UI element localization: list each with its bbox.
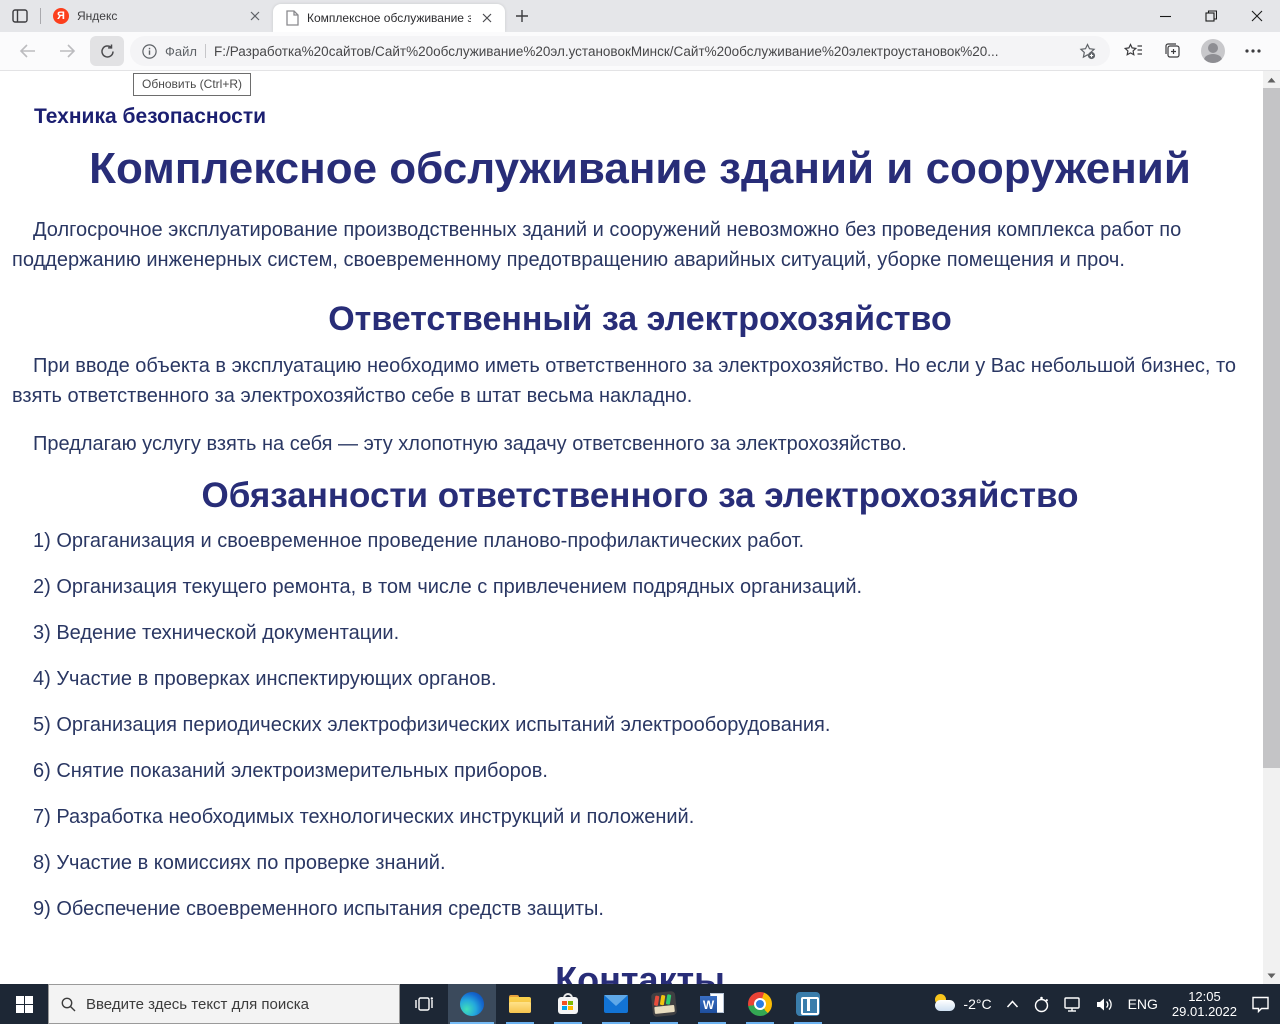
taskbar-app-file-explorer[interactable]	[496, 984, 544, 1024]
close-window-button[interactable]	[1234, 0, 1280, 32]
taskbar-app-edge[interactable]	[448, 984, 496, 1024]
start-button[interactable]	[0, 984, 48, 1024]
list-item: 7) Разработка необходимых технологически…	[33, 806, 695, 828]
browser-toolbar: Файл F:/Разработка%20сайтов/Сайт%20обслу…	[0, 32, 1280, 71]
tab-active-page[interactable]: Комплексное обслуживание зд	[273, 4, 505, 32]
chrome-icon	[748, 992, 772, 1016]
tab-yandex[interactable]: Я Яндекс	[41, 0, 273, 32]
graphics-app-icon	[650, 990, 678, 1018]
add-favorite-icon[interactable]	[1074, 38, 1100, 64]
taskbar-app-word[interactable]: W	[688, 984, 736, 1024]
volume-icon[interactable]	[1096, 997, 1114, 1012]
tab-actions-button[interactable]	[0, 0, 40, 32]
tab-title: Яндекс	[77, 9, 118, 23]
page-content: Техника безопасности Комплексное обслужи…	[0, 71, 1280, 984]
tab-close-icon[interactable]	[247, 8, 263, 24]
time-label: 12:05	[1188, 989, 1221, 1004]
weather-cloud-icon	[933, 994, 957, 1014]
action-center-icon[interactable]	[1251, 996, 1270, 1013]
page-title: Комплексное обслуживание зданий и сооруж…	[89, 144, 1191, 193]
nav-link-safety[interactable]: Техника безопасности	[34, 105, 266, 129]
tab-strip: Я Яндекс Комплексное обслуживание зд	[0, 0, 1280, 32]
back-button[interactable]	[10, 36, 44, 66]
section-title-contacts: Контакты	[555, 959, 725, 984]
date-label: 29.01.2022	[1171, 1004, 1237, 1019]
brackets-app-icon	[796, 992, 820, 1016]
list-item: 9) Обеспечение своевременного испытания …	[33, 898, 604, 920]
temperature-label: -2°C	[963, 996, 992, 1012]
avatar	[1201, 39, 1225, 63]
paragraph: При вводе объекта в эксплуатацию необход…	[12, 355, 1237, 407]
windows-logo-icon	[15, 995, 33, 1013]
new-tab-button[interactable]	[505, 0, 539, 32]
system-tray: -2°C ENG 12:05 29.01.2022	[927, 984, 1280, 1024]
scroll-up-icon[interactable]	[1263, 71, 1280, 88]
taskbar-app-mail[interactable]	[592, 984, 640, 1024]
word-icon: W	[700, 992, 724, 1016]
meet-now-icon[interactable]	[1033, 996, 1050, 1013]
favorites-button[interactable]	[1116, 36, 1150, 66]
vertical-tabs-icon	[12, 9, 28, 23]
search-icon	[61, 997, 76, 1012]
vertical-scrollbar[interactable]	[1263, 71, 1280, 984]
language-indicator[interactable]: ENG	[1128, 996, 1158, 1012]
taskbar-app-chrome[interactable]	[736, 984, 784, 1024]
list-item: 6) Снятие показаний электроизмерительных…	[33, 760, 548, 782]
mail-icon	[604, 992, 628, 1016]
taskbar-search[interactable]: Введите здесь текст для поиска	[48, 984, 400, 1024]
file-explorer-icon	[508, 992, 532, 1016]
search-placeholder: Введите здесь текст для поиска	[86, 995, 309, 1013]
titlebar-drag-area	[539, 0, 1142, 32]
browser-window: Я Яндекс Комплексное обслуживание зд Фай…	[0, 0, 1280, 1024]
profile-button[interactable]	[1196, 36, 1230, 66]
taskbar-spacer	[832, 984, 927, 1024]
edge-icon	[460, 992, 484, 1016]
refresh-tooltip: Обновить (Ctrl+R)	[133, 73, 251, 96]
yandex-favicon-icon: Я	[53, 8, 69, 24]
taskbar: Введите здесь текст для поиска W -2°C EN…	[0, 984, 1280, 1024]
weather-widget[interactable]: -2°C	[933, 994, 992, 1014]
paragraph: Предлагаю услугу взять на себя — эту хло…	[33, 433, 907, 455]
intro-paragraph: Долгосрочное эксплуатирование производст…	[12, 219, 1182, 271]
taskbar-app-brackets[interactable]	[784, 984, 832, 1024]
refresh-button[interactable]	[90, 36, 124, 66]
list-item: 2) Организация текущего ремонта, в том ч…	[33, 576, 863, 598]
document-favicon-icon	[285, 10, 299, 26]
info-icon[interactable]	[142, 43, 157, 59]
tray-expand-icon[interactable]	[1006, 1000, 1019, 1008]
restore-button[interactable]	[1188, 0, 1234, 32]
microsoft-store-icon	[556, 992, 580, 1016]
list-item: 8) Участие в комиссиях по проверке знани…	[33, 852, 446, 874]
task-view-button[interactable]	[400, 984, 448, 1024]
section-title-duties: Обязанности ответственного за электрохоз…	[201, 476, 1079, 515]
clock[interactable]: 12:05 29.01.2022	[1172, 989, 1237, 1019]
scrollbar-thumb[interactable]	[1263, 88, 1280, 768]
minimize-button[interactable]	[1142, 0, 1188, 32]
scroll-down-icon[interactable]	[1263, 967, 1280, 984]
network-icon[interactable]	[1063, 996, 1082, 1012]
taskbar-app-store[interactable]	[544, 984, 592, 1024]
forward-button[interactable]	[50, 36, 84, 66]
list-item: 5) Организация периодических электрофизи…	[33, 714, 831, 736]
settings-menu-button[interactable]	[1236, 36, 1270, 66]
duties-list: 1) Оргаганизация и своевременное проведе…	[12, 529, 1268, 921]
list-item: 1) Оргаганизация и своевременное проведе…	[33, 530, 805, 552]
url-text[interactable]: F:/Разработка%20сайтов/Сайт%20обслуживан…	[214, 44, 1066, 59]
section-title-responsible: Ответственный за электрохозяйство	[328, 300, 952, 338]
scheme-label: Файл	[165, 43, 197, 59]
list-item: 3) Ведение технической документации.	[33, 622, 400, 644]
address-bar[interactable]: Файл F:/Разработка%20сайтов/Сайт%20обслу…	[130, 36, 1110, 66]
address-separator	[204, 44, 206, 58]
collections-button[interactable]	[1156, 36, 1190, 66]
tab-title: Комплексное обслуживание зд	[307, 11, 471, 25]
tab-close-icon[interactable]	[479, 10, 495, 26]
taskbar-app-graphics[interactable]	[640, 984, 688, 1024]
list-item: 4) Участие в проверках инспектирующих ор…	[33, 668, 497, 690]
